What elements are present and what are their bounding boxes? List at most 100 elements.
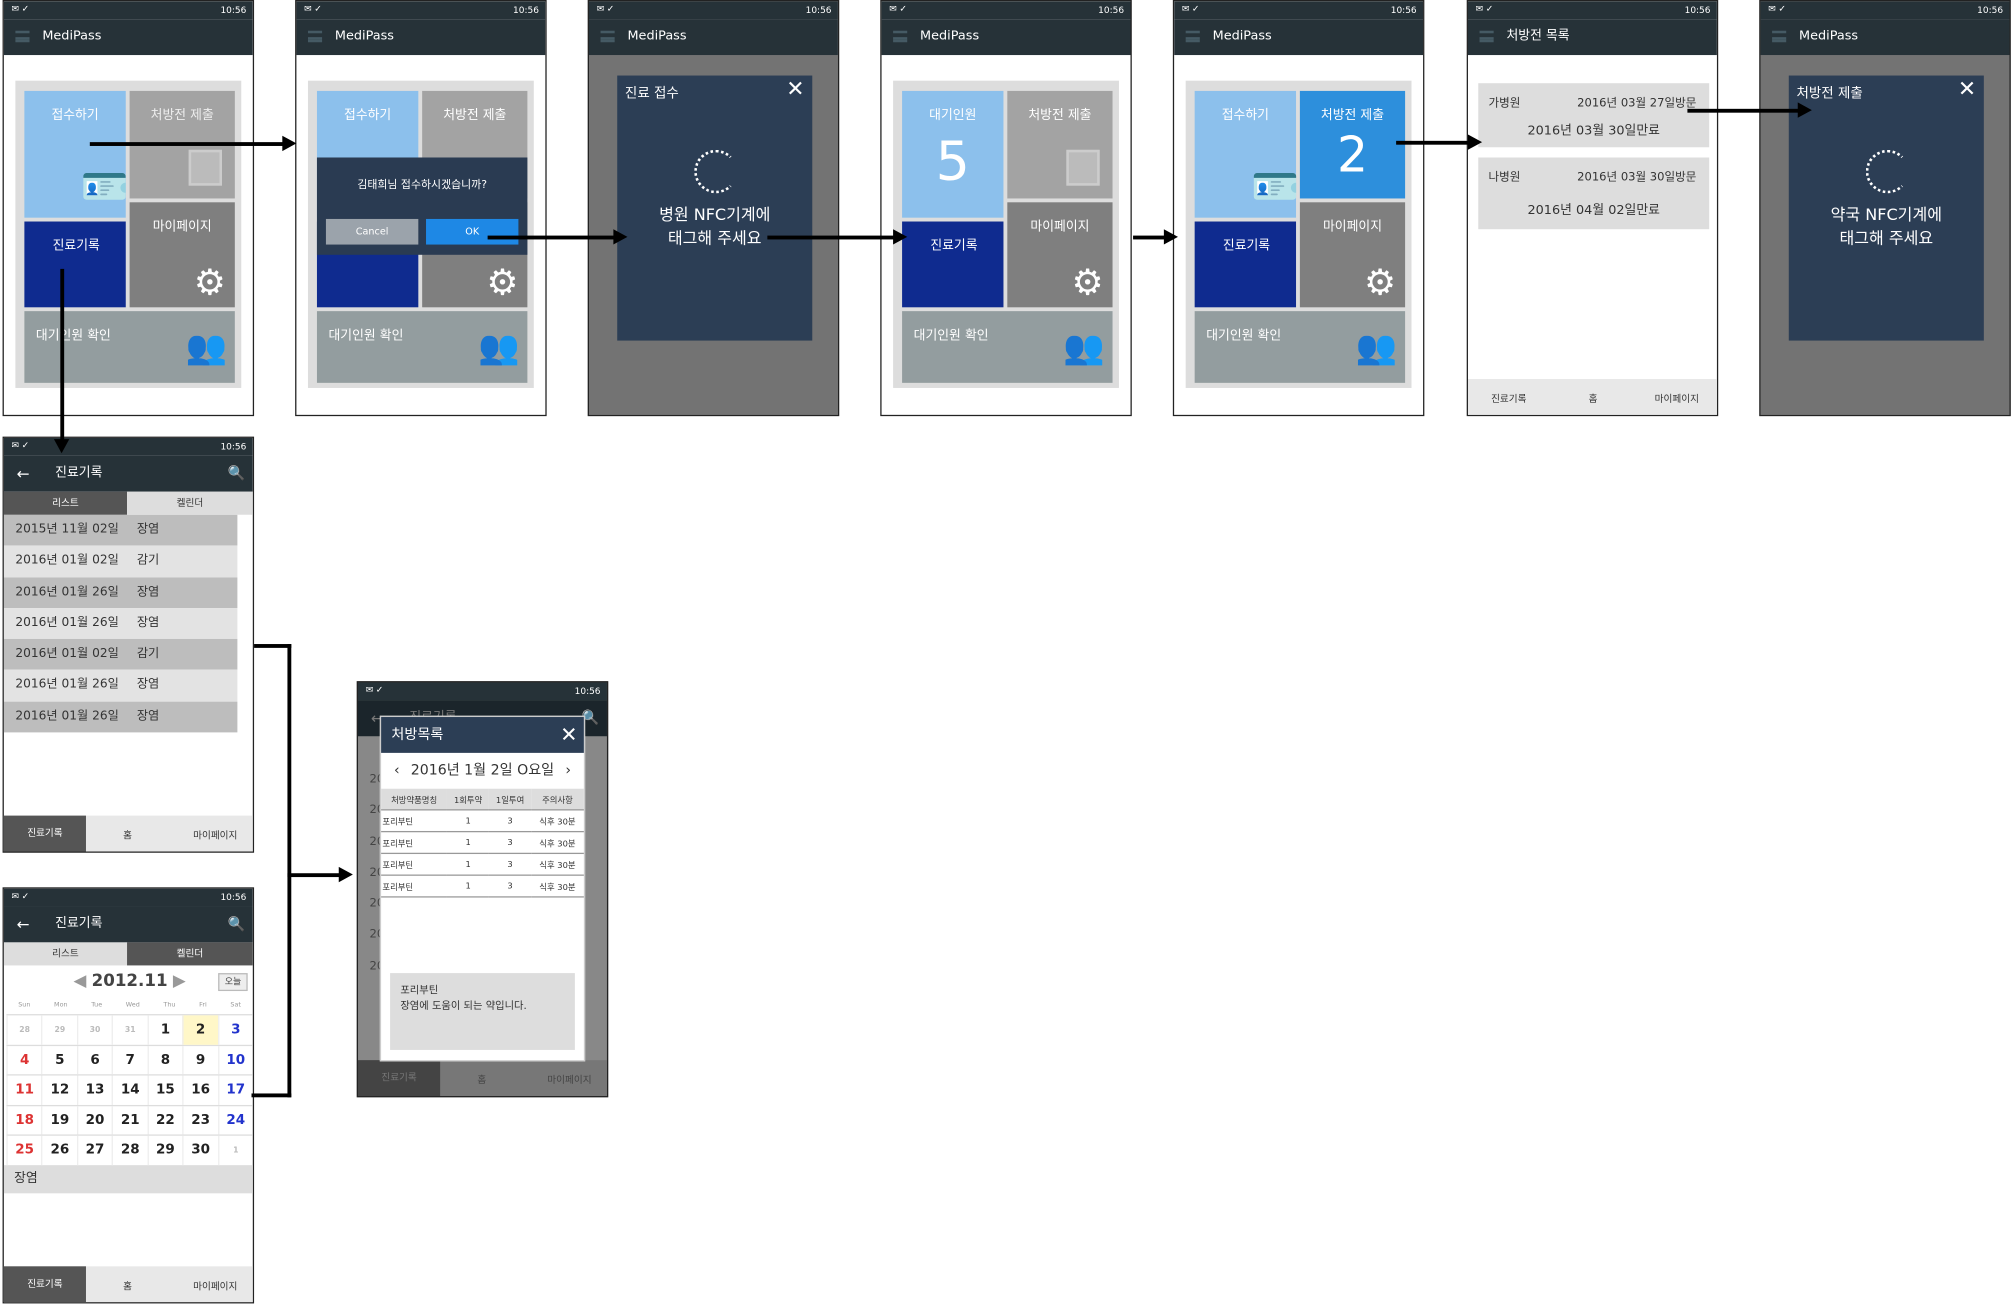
screen-history-calendar: ✉✓ 10:56 ← 진료기록 🔍 리스트 켈린더 ◀ 2012.11 ▶ 오늘 Sun M…	[2, 887, 255, 1304]
close-icon[interactable]: ✕	[1958, 77, 1976, 103]
today-button[interactable]: 오늘	[218, 973, 248, 992]
nav-history[interactable]: 진료기록	[1491, 392, 1526, 406]
bottom-nav: 진료기록 홈 마이페이지	[3, 1266, 253, 1303]
home-tile-grid: 접수하기 🪪 처방전 제출 2 진료기록 마이페이지 ⚙ 대기인원 확인 👥	[1185, 80, 1412, 388]
page-title: 처방전 목록	[1506, 29, 1570, 44]
table-row[interactable]: 포리부틴 1 3 식후 30분	[381, 809, 584, 833]
modal-title: 처방목록	[391, 725, 444, 743]
nfc-message: 약국 NFC기계에 태그해 주세요	[1830, 204, 1942, 248]
waiting-tile[interactable]: 대기인원 확인 👥	[1194, 311, 1406, 383]
gear-icon: ⚙	[1364, 261, 1397, 304]
mypage-tile[interactable]: 마이페이지 ⚙	[1007, 202, 1113, 308]
waiting-tile[interactable]: 대기인원 확인 👥	[24, 311, 235, 383]
arrowhead	[282, 135, 297, 152]
history-tile[interactable]: 진료기록	[902, 221, 1004, 308]
waiting-tile[interactable]: 대기인원 확인 👥	[316, 311, 528, 383]
prescription-card[interactable]: 가병원 2016년 03월 27일방문 2016년 03월 30일만료	[1478, 83, 1710, 148]
prescription-tile[interactable]: 처방전 제출	[1007, 90, 1113, 199]
tab-calendar[interactable]: 켈린더	[127, 942, 253, 966]
nav-mypage[interactable]: 마이페이지	[193, 1279, 237, 1293]
back-arrow-icon[interactable]: ←	[17, 907, 30, 943]
list-item[interactable]: 2016년 01월 26일 장염	[3, 670, 238, 702]
arrowhead	[1467, 134, 1483, 150]
nav-mypage[interactable]: 마이페이지	[547, 1073, 591, 1087]
menu-icon[interactable]	[1185, 30, 1200, 43]
modal-header: 처방목록 ✕	[381, 717, 584, 753]
reception-tile[interactable]: 접수하기 🪪	[24, 90, 129, 218]
prev-date-icon[interactable]: ‹	[394, 753, 400, 789]
flow-arrow	[89, 142, 285, 146]
nav-home[interactable]: 홈	[123, 828, 132, 842]
drug-note: 포리부틴 장염에 도움이 되는 약입니다.	[390, 973, 575, 1050]
people-icon: 👥	[185, 329, 228, 368]
nav-home[interactable]: 홈	[1589, 392, 1598, 406]
history-tile[interactable]: 진료기록	[1194, 221, 1297, 308]
arrowhead	[53, 439, 70, 454]
list-item[interactable]: 2015년 11월 02일 장염	[3, 514, 238, 546]
menu-icon[interactable]	[307, 30, 323, 43]
search-icon[interactable]: 🔍	[228, 907, 246, 943]
mypage-tile[interactable]: 마이페이지 ⚙	[129, 202, 235, 308]
tab-list[interactable]: 리스트	[3, 942, 128, 966]
table-header-row: 처방약품명칭 1회투약 1일투여 주의사항	[381, 788, 584, 811]
bottom-nav: 진료기록 홈 마이페이지	[3, 815, 253, 852]
date-selector: ‹ 2016년 1월 2일 O요일 ›	[381, 753, 584, 789]
home-tile-grid: 접수하기 🪪 처방전 제출 진료기록 마이페이지 ⚙ 대기인원 확인 👥	[15, 80, 242, 388]
nfc-modal: 진료 접수 ✕ 병원 NFC기계에 태그해 주세요	[617, 75, 813, 341]
prescription-count-tile[interactable]: 처방전 제출 2	[1299, 90, 1406, 199]
waiting-count: 5	[935, 129, 970, 193]
nfc-modal: 처방전 제출 ✕ 약국 NFC기계에 태그해 주세요	[1788, 75, 1984, 341]
selected-day-record[interactable]: 장염	[3, 1164, 253, 1193]
tab-calendar[interactable]: 켈린더	[127, 491, 253, 515]
next-date-icon[interactable]: ›	[565, 753, 571, 789]
menu-icon[interactable]	[893, 30, 908, 43]
nav-history[interactable]: 진료기록	[3, 815, 86, 852]
ok-button[interactable]: OK	[426, 218, 519, 245]
list-item[interactable]: 2016년 01월 26일 장염	[3, 608, 238, 640]
list-item[interactable]: 2016년 01월 02일 감기	[3, 639, 238, 671]
history-tile[interactable]: 진료기록	[24, 221, 126, 308]
search-icon[interactable]: 🔍	[228, 456, 246, 492]
id-badge-icon: 🪪	[80, 165, 129, 210]
reception-tile[interactable]: 접수하기 🪪	[1194, 90, 1299, 218]
table-row[interactable]: 포리부틴 1 3 식후 30분	[381, 831, 584, 855]
calendar-week: 18 19 20 21 22 23 24	[6, 1104, 253, 1135]
flow-arrow	[1396, 140, 1471, 145]
next-month-icon[interactable]: ▶	[168, 972, 186, 991]
prescription-card[interactable]: 나병원 2016년 03월 30일방문 2016년 04월 02일만료	[1478, 157, 1710, 230]
menu-icon[interactable]	[1479, 30, 1494, 43]
arrowhead	[893, 229, 908, 245]
menu-icon[interactable]	[15, 30, 30, 43]
selected-day[interactable]: 2	[182, 1015, 218, 1045]
screen-waiting: ✉✓ 10:56 MediPass 대기인원 5 처방전 제출 진료기록 마이페이지…	[880, 0, 1132, 417]
arrowhead	[1163, 229, 1178, 245]
menu-icon[interactable]	[1772, 30, 1787, 43]
nav-history[interactable]: 진료기록	[3, 1266, 86, 1303]
prev-month-icon[interactable]: ◀	[73, 972, 91, 991]
people-icon: 👥	[478, 329, 520, 368]
close-icon[interactable]: ✕	[560, 717, 577, 753]
waiting-count-tile[interactable]: 대기인원 5	[902, 90, 1004, 218]
flow-arrow	[1687, 108, 1801, 113]
nav-mypage[interactable]: 마이페이지	[1655, 392, 1699, 406]
list-item[interactable]: 2016년 01월 26일 장염	[3, 576, 238, 609]
nav-home[interactable]: 홈	[477, 1073, 486, 1087]
nav-home[interactable]: 홈	[123, 1279, 132, 1293]
nav-mypage[interactable]: 마이페이지	[193, 828, 237, 842]
waiting-tile[interactable]: 대기인원 확인 👥	[902, 311, 1113, 383]
calendar-week: 4 5 6 7 8 9 10	[6, 1044, 253, 1075]
cancel-button[interactable]: Cancel	[325, 218, 419, 245]
close-icon[interactable]: ✕	[786, 77, 804, 103]
tab-list[interactable]: 리스트	[3, 491, 128, 515]
mypage-tile[interactable]: 마이페이지 ⚙	[1299, 202, 1406, 308]
list-item[interactable]: 2016년 01월 26일 장염	[3, 701, 238, 733]
menu-icon[interactable]	[600, 30, 615, 43]
app-bar: MediPass	[3, 19, 253, 56]
arrowhead	[1797, 102, 1812, 118]
nav-history[interactable]: 진료기록	[358, 1060, 441, 1097]
flow-arrow	[287, 873, 342, 878]
list-item[interactable]: 2016년 01월 02일 감기	[3, 545, 238, 577]
back-arrow-icon[interactable]: ←	[17, 456, 30, 492]
table-row[interactable]: 포리부틴 1 3 식후 30분	[381, 853, 584, 876]
table-row[interactable]: 포리부틴 1 3 식후 30분	[381, 875, 584, 898]
